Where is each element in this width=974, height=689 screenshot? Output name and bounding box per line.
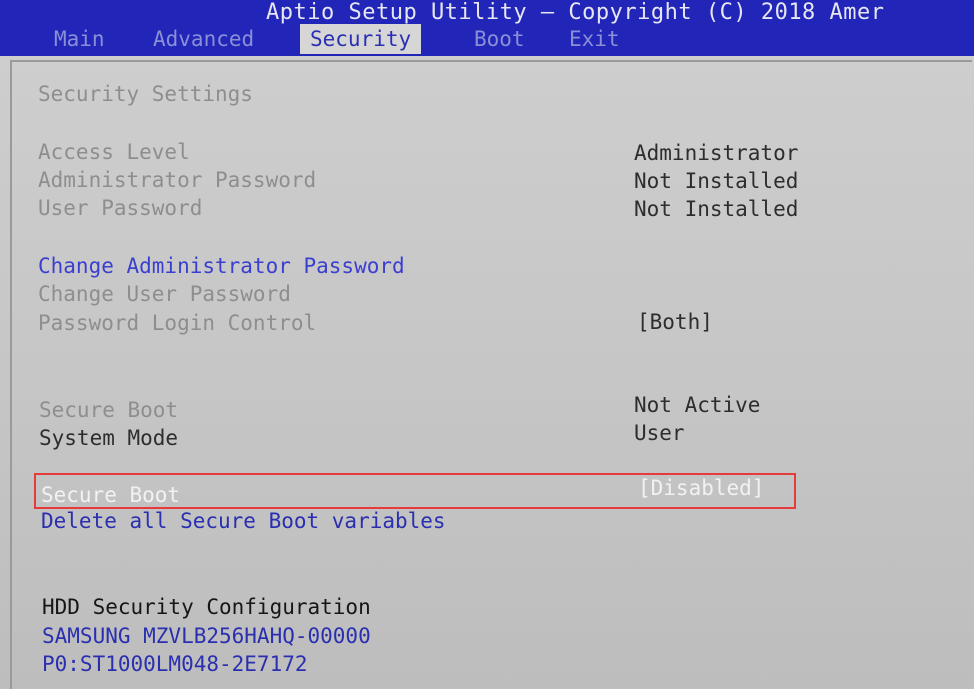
utility-title: Aptio Setup Utility – Copyright (C) 2018… xyxy=(266,0,885,25)
access-level-label: Access Level xyxy=(38,140,190,164)
tab-security[interactable]: Security xyxy=(300,24,422,54)
hdd-security-title: HDD Security Configuration xyxy=(42,595,371,619)
tab-advanced[interactable]: Advanced xyxy=(153,24,254,54)
header-bar: Aptio Setup Utility – Copyright (C) 2018… xyxy=(0,0,974,56)
secure-boot-option-label[interactable]: Secure Boot xyxy=(41,483,180,507)
system-mode-label: System Mode xyxy=(39,426,179,450)
password-login-control-label[interactable]: Password Login Control xyxy=(38,311,316,335)
system-mode-value: User xyxy=(634,421,685,445)
hdd-device-item[interactable]: P0:ST1000LM048-2E7172 xyxy=(42,652,308,676)
section-title: Security Settings xyxy=(38,82,253,106)
access-level-value: Administrator xyxy=(634,141,799,165)
admin-password-label: Administrator Password xyxy=(38,168,317,192)
user-password-label: User Password xyxy=(38,196,203,220)
change-user-password-item[interactable]: Change User Password xyxy=(38,282,291,306)
bios-screen: Aptio Setup Utility – Copyright (C) 2018… xyxy=(0,0,974,689)
tab-boot[interactable]: Boot xyxy=(474,24,525,54)
password-login-control-value[interactable]: [Both] xyxy=(637,310,713,334)
secure-boot-status-value: Not Active xyxy=(634,393,761,417)
secure-boot-option-value[interactable]: [Disabled] xyxy=(638,476,764,500)
change-admin-password-item[interactable]: Change Administrator Password xyxy=(38,254,405,278)
tab-main[interactable]: Main xyxy=(54,24,105,54)
hdd-device-item[interactable]: SAMSUNG MZVLB256HAHQ-00000 xyxy=(42,624,371,648)
delete-secure-boot-variables-item[interactable]: Delete all Secure Boot variables xyxy=(41,509,446,533)
user-password-value: Not Installed xyxy=(634,197,799,221)
secure-boot-status-label: Secure Boot xyxy=(39,398,179,422)
admin-password-value: Not Installed xyxy=(634,169,799,193)
tab-exit[interactable]: Exit xyxy=(569,24,620,54)
tab-bar: Main Advanced Security Boot Exit xyxy=(0,24,974,54)
